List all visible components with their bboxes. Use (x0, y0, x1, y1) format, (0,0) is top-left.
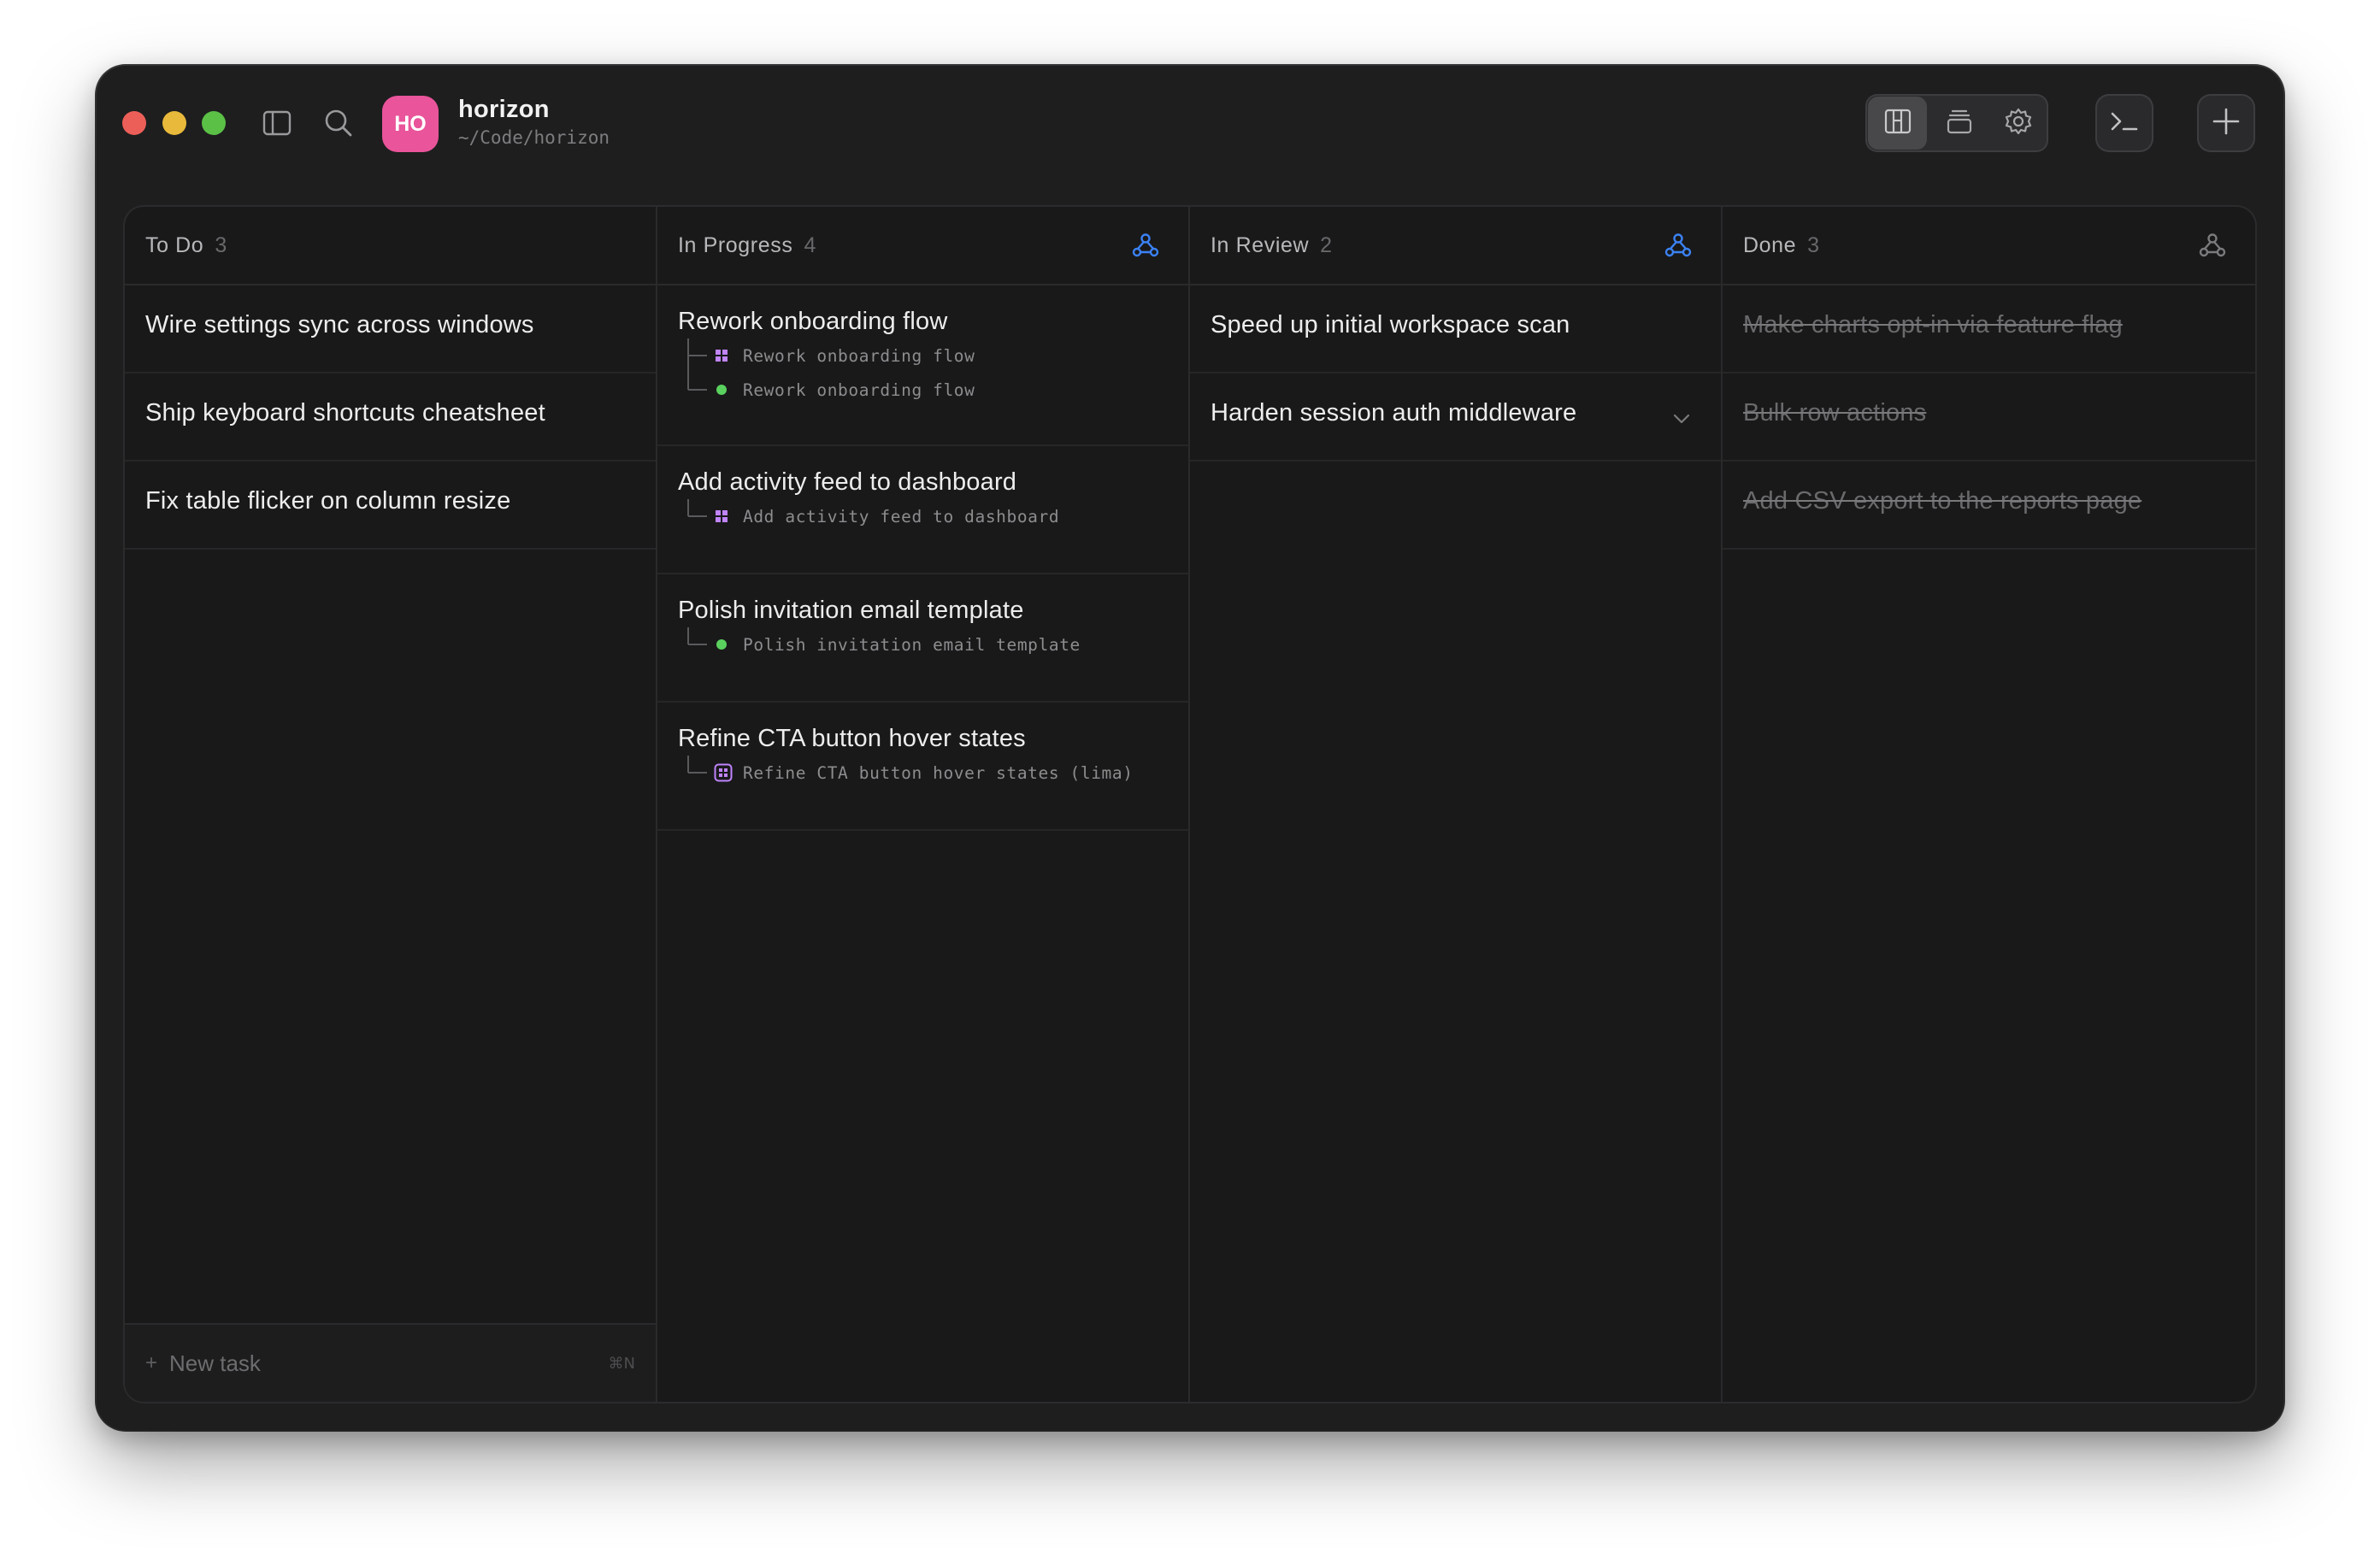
task-card[interactable]: Speed up initial workspace scan (1190, 285, 1721, 374)
task-title: Refine CTA button hover states (678, 725, 1026, 752)
linked-item-label: Add activity feed to dashboard (743, 506, 1060, 527)
linked-item-label: Rework onboarding flow (743, 379, 975, 400)
grid-icon (714, 509, 733, 524)
column-done: Done 3 Make charts opt-in via feature fl… (1723, 207, 2255, 1402)
status-dot-icon (714, 385, 733, 395)
search-icon[interactable] (315, 100, 362, 146)
linked-item[interactable]: Rework onboarding flow (678, 338, 1168, 373)
task-card[interactable]: Fix table flicker on column resize (125, 462, 656, 550)
task-title: Add activity feed to dashboard (678, 468, 1017, 496)
linked-item-label: Refine CTA button hover states (lima) (743, 762, 1134, 783)
title-bar: HO horizon ~/Code/horizon (97, 66, 2283, 208)
plus-icon (2212, 107, 2241, 140)
view-switcher (1865, 94, 2048, 152)
project-avatar[interactable]: HO (382, 96, 439, 152)
linked-item[interactable]: Rework onboarding flow (678, 373, 1168, 407)
column-in-review: In Review 2 Speed up initial workspace s… (1190, 207, 1723, 1402)
task-card[interactable]: Bulk row actions (1723, 374, 2255, 462)
task-card[interactable]: Make charts opt-in via feature flag (1723, 285, 2255, 374)
task-title: Fix table flicker on column resize (145, 487, 511, 515)
column-count: 4 (804, 232, 816, 257)
add-button[interactable] (2197, 94, 2255, 152)
new-task-label: New task (169, 1350, 261, 1376)
linked-item[interactable]: Add activity feed to dashboard (678, 499, 1168, 533)
linked-item-label: Polish invitation email template (743, 634, 1081, 655)
column-title: In Review (1211, 232, 1310, 257)
status-dot-icon (714, 639, 733, 650)
column-title: To Do (145, 232, 204, 257)
new-task-shortcut: ⌘N (608, 1354, 635, 1373)
project-name: horizon (458, 96, 550, 123)
tree-connector-icon (678, 756, 714, 790)
terminal-button[interactable] (2095, 94, 2153, 152)
task-card[interactable]: Harden session auth middleware (1190, 374, 1721, 462)
column-count: 3 (215, 232, 227, 257)
task-title: Bulk row actions (1743, 399, 1927, 427)
column-in-progress: In Progress 4 Rework onboarding flow Rewo… (657, 207, 1190, 1402)
app-box-icon (714, 763, 733, 782)
webhook-icon[interactable] (1664, 232, 1692, 258)
stack-view-icon (1946, 109, 1973, 138)
close-window-button[interactable] (122, 111, 146, 135)
column-todo: To Do 3 Wire settings sync across window… (125, 207, 657, 1402)
column-header: In Review 2 (1190, 207, 1721, 285)
grid-icon (714, 348, 733, 363)
tree-connector-icon (678, 338, 714, 373)
column-count: 3 (1807, 232, 1820, 257)
linked-item[interactable]: Polish invitation email template (678, 627, 1168, 662)
task-title: Ship keyboard shortcuts cheatsheet (145, 399, 545, 427)
task-title: Harden session auth middleware (1211, 399, 1577, 427)
task-title: Speed up initial workspace scan (1211, 311, 1570, 338)
webhook-icon[interactable] (1132, 232, 1159, 258)
tree-connector-icon (678, 499, 714, 533)
linked-item[interactable]: Refine CTA button hover states (lima) (678, 756, 1168, 790)
minimize-window-button[interactable] (162, 111, 186, 135)
stack-view-button[interactable] (1929, 94, 1988, 152)
webhook-icon[interactable] (2199, 232, 2226, 258)
task-card[interactable]: Wire settings sync across windows (125, 285, 656, 374)
gear-icon (2004, 107, 2033, 140)
column-header: Done 3 (1723, 207, 2255, 285)
column-header: In Progress 4 (657, 207, 1188, 285)
task-card[interactable]: Add CSV export to the reports page (1723, 462, 2255, 550)
task-card[interactable]: Rework onboarding flow Rework onboarding … (657, 285, 1188, 446)
maximize-window-button[interactable] (202, 111, 226, 135)
terminal-icon (2110, 111, 2139, 136)
project-path: ~/Code/horizon (458, 127, 610, 148)
task-card[interactable]: Add activity feed to dashboard Add activi… (657, 446, 1188, 574)
tree-connector-icon (678, 627, 714, 662)
task-title: Rework onboarding flow (678, 308, 948, 335)
task-card[interactable]: Ship keyboard shortcuts cheatsheet (125, 374, 656, 462)
column-header: To Do 3 (125, 207, 656, 285)
sidebar-toggle-icon[interactable] (254, 100, 300, 146)
task-title: Polish invitation email template (678, 597, 1024, 624)
column-title: In Progress (678, 232, 793, 257)
linked-item-label: Rework onboarding flow (743, 345, 975, 366)
board-view-icon (1884, 109, 1912, 138)
task-title: Add CSV export to the reports page (1743, 487, 2142, 515)
task-title: Make charts opt-in via feature flag (1743, 311, 2123, 338)
plus-icon: + (145, 1351, 158, 1374)
column-title: Done (1743, 232, 1797, 257)
board-view-button[interactable] (1868, 97, 1928, 150)
column-count: 2 (1320, 232, 1333, 257)
app-window: HO horizon ~/Code/horizon To Do 3 Wire s… (97, 66, 2283, 1430)
new-task-button[interactable]: + New task ⌘N (125, 1323, 656, 1402)
task-title: Wire settings sync across windows (145, 311, 534, 338)
task-card[interactable]: Polish invitation email template Polish i… (657, 574, 1188, 703)
chevron-down-icon[interactable] (1673, 413, 1690, 428)
kanban-board: To Do 3 Wire settings sync across window… (125, 207, 2255, 1402)
tree-connector-icon (678, 373, 714, 407)
task-card[interactable]: Refine CTA button hover states Refine CTA… (657, 703, 1188, 831)
settings-button[interactable] (1989, 94, 2048, 152)
